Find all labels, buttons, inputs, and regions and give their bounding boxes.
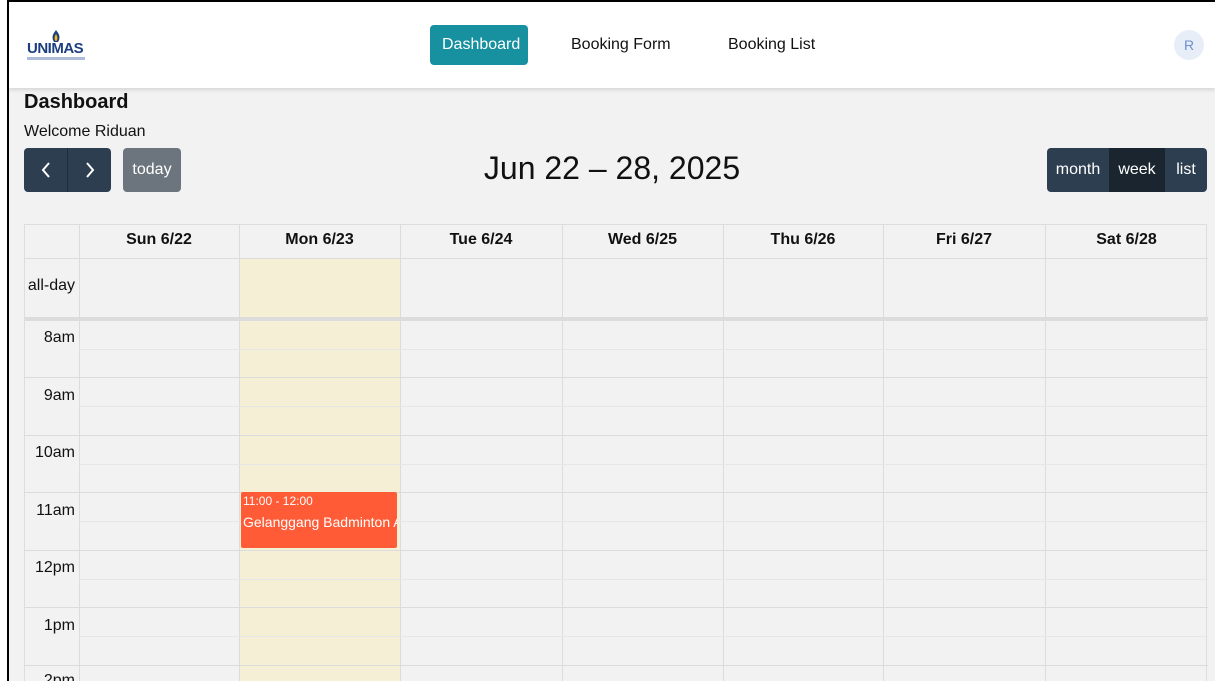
time-label-11am: 11am: [36, 502, 75, 519]
grid-line: [79, 225, 80, 681]
time-label-8am: 8am: [43, 329, 75, 346]
time-label-1pm: 1pm: [43, 617, 75, 634]
nav-booking-form-link[interactable]: Booking Form: [559, 25, 683, 65]
unimas-logo[interactable]: UNIMAS: [27, 30, 87, 64]
grid-line: [25, 258, 1208, 259]
grid-line: [239, 225, 240, 681]
all-day-label: all-day: [27, 277, 75, 294]
grid-line: [79, 579, 1208, 580]
grid-line: [400, 225, 401, 681]
grid-line: [79, 464, 1208, 465]
view-list-button[interactable]: list: [1165, 148, 1207, 192]
grid-line: [79, 636, 1208, 637]
nav-dashboard-button[interactable]: Dashboard: [430, 25, 528, 65]
event-title: Gelanggang Badminton A: [243, 514, 397, 530]
time-label-2pm: 2pm: [43, 672, 75, 681]
day-header-thu: Thu 6/26: [770, 231, 836, 248]
grid-line: [25, 607, 1208, 608]
grid-line: [25, 550, 1208, 551]
grid-line: [723, 225, 724, 681]
grid-line: [79, 349, 1208, 350]
grid-line: [25, 435, 1208, 436]
view-month-button[interactable]: month: [1047, 148, 1109, 192]
view-week-button[interactable]: week: [1109, 148, 1165, 192]
dashboard-content: Dashboard Welcome Riduan today Jun 22 – …: [9, 88, 1215, 681]
day-header-tue: Tue 6/24: [449, 231, 513, 248]
day-header-fri: Fri 6/27: [935, 231, 993, 248]
calendar-range-title: Jun 22 – 28, 2025: [483, 150, 741, 186]
grid-line: [1045, 225, 1046, 681]
nav-booking-list-link[interactable]: Booking List: [716, 25, 827, 65]
view-switcher: month week list: [1047, 148, 1207, 192]
today-column-highlight: [239, 258, 400, 681]
top-navbar: UNIMAS Dashboard Booking Form Booking Li…: [9, 2, 1215, 88]
day-header-sat: Sat 6/28: [1096, 231, 1157, 248]
grid-line: [562, 225, 563, 681]
day-header-mon: Mon 6/23: [285, 231, 354, 248]
user-avatar[interactable]: R: [1174, 30, 1204, 60]
week-calendar-grid: Sun 6/22 Mon 6/23 Tue 6/24 Wed 6/25 Thu …: [24, 224, 1208, 681]
time-label-9am: 9am: [43, 387, 75, 404]
grid-line: [25, 665, 1208, 666]
event-time: 11:00 - 12:00: [243, 494, 313, 508]
grid-line: [79, 406, 1208, 407]
day-header-sun: Sun 6/22: [126, 231, 192, 248]
grid-line: [25, 492, 1208, 493]
all-day-divider: [25, 317, 1208, 321]
time-label-10am: 10am: [34, 444, 75, 461]
page-title: Dashboard: [24, 91, 129, 113]
time-label-12pm: 12pm: [34, 559, 75, 576]
grid-line: [25, 377, 1208, 378]
logo-text: UNIMAS: [27, 40, 84, 57]
welcome-text: Welcome Riduan: [24, 123, 146, 140]
day-header-wed: Wed 6/25: [607, 231, 678, 248]
logo-tagline: [27, 57, 85, 60]
calendar-event[interactable]: 11:00 - 12:00 Gelanggang Badminton A: [241, 492, 397, 548]
grid-line: [883, 225, 884, 681]
